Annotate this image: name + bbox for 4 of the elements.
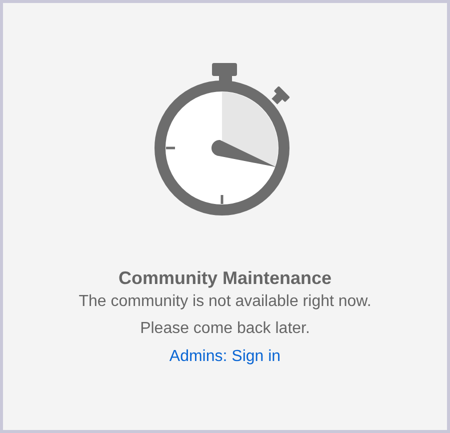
sign-in-link[interactable]: Admins: Sign in: [169, 347, 281, 367]
heading: Community Maintenance: [118, 267, 332, 289]
message-text: Please come back later.: [140, 319, 310, 339]
message-text: The community is not available right now.: [78, 292, 372, 312]
